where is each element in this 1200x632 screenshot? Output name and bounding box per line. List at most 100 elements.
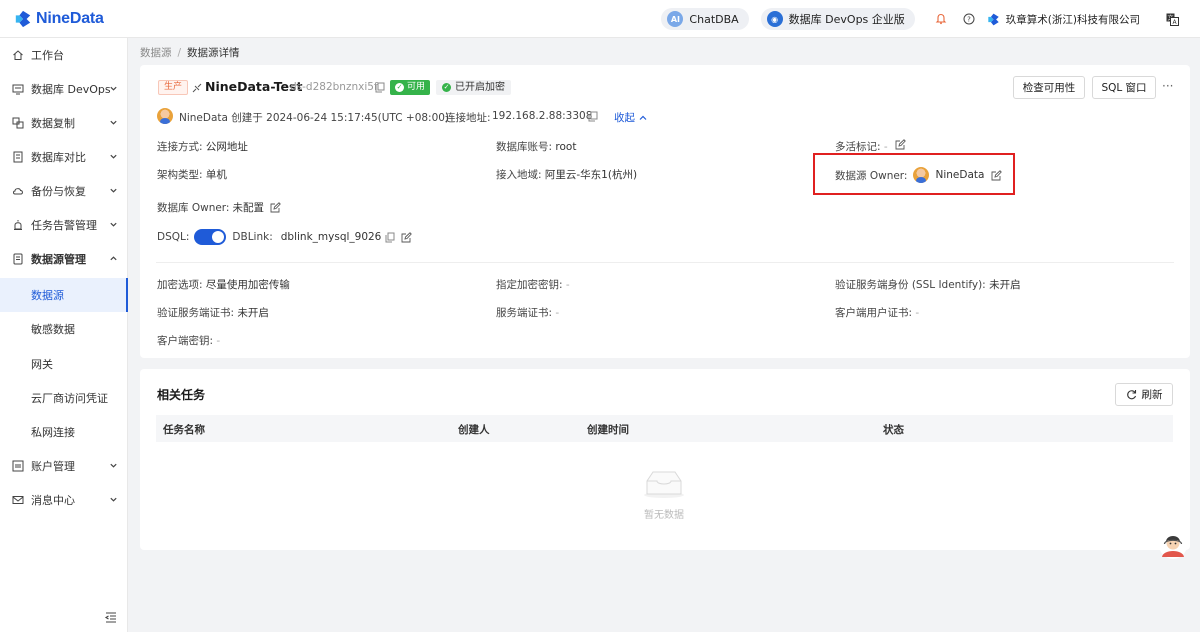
chevron-down-icon	[110, 188, 117, 193]
sidebar-subitem-label: 敏感数据	[31, 323, 75, 336]
language-switch-icon[interactable]: 文A	[1164, 11, 1180, 27]
copy-icon[interactable]	[375, 82, 385, 93]
sidebar-subitem-private-link[interactable]: 私网连接	[0, 415, 128, 449]
field-label: 接入地域:	[496, 169, 542, 181]
chevron-down-icon	[110, 86, 117, 91]
field-label: 多活标记:	[835, 141, 881, 153]
sidebar-subitem-label: 云厂商访问凭证	[31, 392, 108, 405]
refresh-icon	[1126, 390, 1136, 400]
sidebar-item-label: 数据库 DevOps	[31, 83, 111, 96]
edit-icon[interactable]	[401, 231, 413, 243]
refresh-label: 刷新	[1141, 389, 1163, 401]
client-cert-field: 客户端用户证书: -	[835, 305, 919, 320]
brand-logo[interactable]: NineData	[14, 10, 128, 28]
sidebar-item-alerts[interactable]: 任务告警管理	[0, 208, 128, 242]
sidebar-item-replication[interactable]: 数据复制	[0, 106, 128, 140]
breadcrumb-parent[interactable]: 数据源	[140, 45, 172, 60]
globe-icon: ◉	[766, 11, 783, 27]
env-tag: 生产	[158, 80, 189, 95]
field-value: -	[915, 307, 920, 319]
chevron-up-icon	[639, 115, 647, 120]
sidebar-item-devops[interactable]: 数据库 DevOps	[0, 72, 128, 106]
sidebar-subitem-sensitive-data[interactable]: 敏感数据	[0, 312, 128, 346]
sql-window-button[interactable]: SQL 窗口	[1092, 76, 1156, 99]
empty-text: 暂无数据	[644, 510, 684, 521]
sidebar-item-accounts[interactable]: 账户管理	[0, 449, 128, 483]
sidebar-item-label: 任务告警管理	[31, 219, 97, 232]
enc-key-field: 指定加密密钥: -	[496, 277, 570, 292]
assistant-avatar-icon[interactable]	[1158, 529, 1188, 561]
field-value: 公网地址	[205, 141, 248, 153]
chatdba-label: ChatDBA	[689, 12, 739, 26]
edit-icon[interactable]	[270, 202, 281, 213]
field-value: 未配置	[232, 202, 264, 214]
notification-bell-icon[interactable]	[933, 11, 949, 27]
devops-edition-button[interactable]: ◉ 数据库 DevOps 企业版	[760, 8, 915, 30]
field-value: dblink_mysql_9026	[280, 231, 382, 243]
sidebar-subitem-cloud-credentials[interactable]: 云厂商访问凭证	[0, 381, 128, 415]
datasource-name: NineData-Test	[205, 79, 303, 94]
sidebar-item-workbench[interactable]: 工作台	[0, 38, 128, 72]
sidebar-subitem-label: 网关	[31, 358, 53, 371]
check-icon: ✓	[442, 83, 451, 92]
status-text: 可用	[407, 82, 426, 92]
breadcrumb: 数据源 / 数据源详情	[140, 45, 240, 60]
column-header[interactable]: 创建人	[458, 422, 490, 437]
account-icon	[12, 460, 24, 472]
field-label: DBLink:	[232, 231, 273, 243]
chevron-down-icon	[110, 497, 117, 502]
monitor-icon	[12, 83, 24, 95]
sidebar-item-label: 备份与恢复	[31, 185, 86, 198]
sidebar-item-messages[interactable]: 消息中心	[0, 483, 128, 517]
column-header[interactable]: 创建时间	[587, 422, 629, 437]
chatdba-button[interactable]: AI ChatDBA	[661, 8, 749, 30]
edit-icon[interactable]	[895, 139, 906, 150]
sidebar-item-compare[interactable]: 数据库对比	[0, 140, 128, 174]
empty-state: 暂无数据	[634, 469, 694, 521]
field-label: 验证服务端身份 (SSL Identify):	[835, 279, 986, 291]
copy-icon[interactable]	[385, 232, 395, 243]
sidebar-item-datasource-mgmt[interactable]: 数据源管理	[0, 242, 128, 276]
avatar	[157, 108, 173, 124]
home-icon	[12, 49, 24, 61]
sidebar-item-label: 工作台	[31, 49, 64, 62]
more-actions-button[interactable]: ···	[1162, 79, 1173, 93]
server-cert-verify-field: 验证服务端证书: 未开启	[157, 305, 269, 320]
ssl-verify-field: 验证服务端身份 (SSL Identify): 未开启	[835, 277, 1021, 292]
check-icon: ✓	[395, 83, 404, 92]
sidebar-subitem-gateway[interactable]: 网关	[0, 347, 128, 381]
field-value: 尽量使用加密传输	[205, 279, 290, 291]
refresh-button[interactable]: 刷新	[1115, 383, 1173, 406]
field-label: 数据库账号:	[496, 141, 553, 153]
dsql-toggle[interactable]	[194, 229, 227, 245]
devops-edition-label: 数据库 DevOps 企业版	[788, 13, 905, 26]
copy-icon[interactable]	[588, 111, 598, 122]
sidebar-subitem-label: 私网连接	[31, 426, 75, 439]
database-icon	[12, 253, 24, 265]
sidebar-item-label: 数据复制	[31, 117, 75, 130]
company-switcher[interactable]: 玖章算术(浙江)科技有限公司	[987, 12, 1140, 27]
top-bar: NineData AI ChatDBA ◉ 数据库 DevOps 企业版 ? 玖…	[0, 0, 1200, 38]
breadcrumb-separator: /	[177, 46, 182, 59]
compare-icon	[12, 151, 24, 163]
alarm-icon	[12, 219, 24, 231]
check-availability-button[interactable]: 检查可用性	[1013, 76, 1085, 99]
help-icon[interactable]: ?	[961, 11, 977, 27]
address-value: 192.168.2.88:3308	[492, 110, 593, 122]
collapse-toggle[interactable]: 收起	[614, 110, 648, 125]
region-field: 接入地域: 阿里云-华东1(杭州)	[496, 167, 637, 182]
column-header[interactable]: 任务名称	[163, 422, 205, 437]
field-label: 加密选项:	[157, 279, 203, 291]
sidebar-item-label: 数据源管理	[31, 253, 86, 266]
collapse-sidebar-icon[interactable]	[104, 610, 118, 624]
sidebar-subitem-datasource[interactable]: 数据源	[0, 278, 128, 312]
field-label: DSQL:	[157, 231, 190, 243]
chevron-up-icon	[110, 256, 117, 261]
sidebar-item-backup[interactable]: 备份与恢复	[0, 174, 128, 208]
datasource-id: ds-d282bnznxi5f	[290, 81, 378, 93]
field-label: 客户端用户证书:	[835, 307, 913, 319]
field-value: 阿里云-华东1(杭州)	[544, 169, 638, 181]
sidebar-item-label: 消息中心	[31, 494, 75, 507]
column-header[interactable]: 状态	[883, 422, 904, 437]
chevron-down-icon	[110, 154, 117, 159]
